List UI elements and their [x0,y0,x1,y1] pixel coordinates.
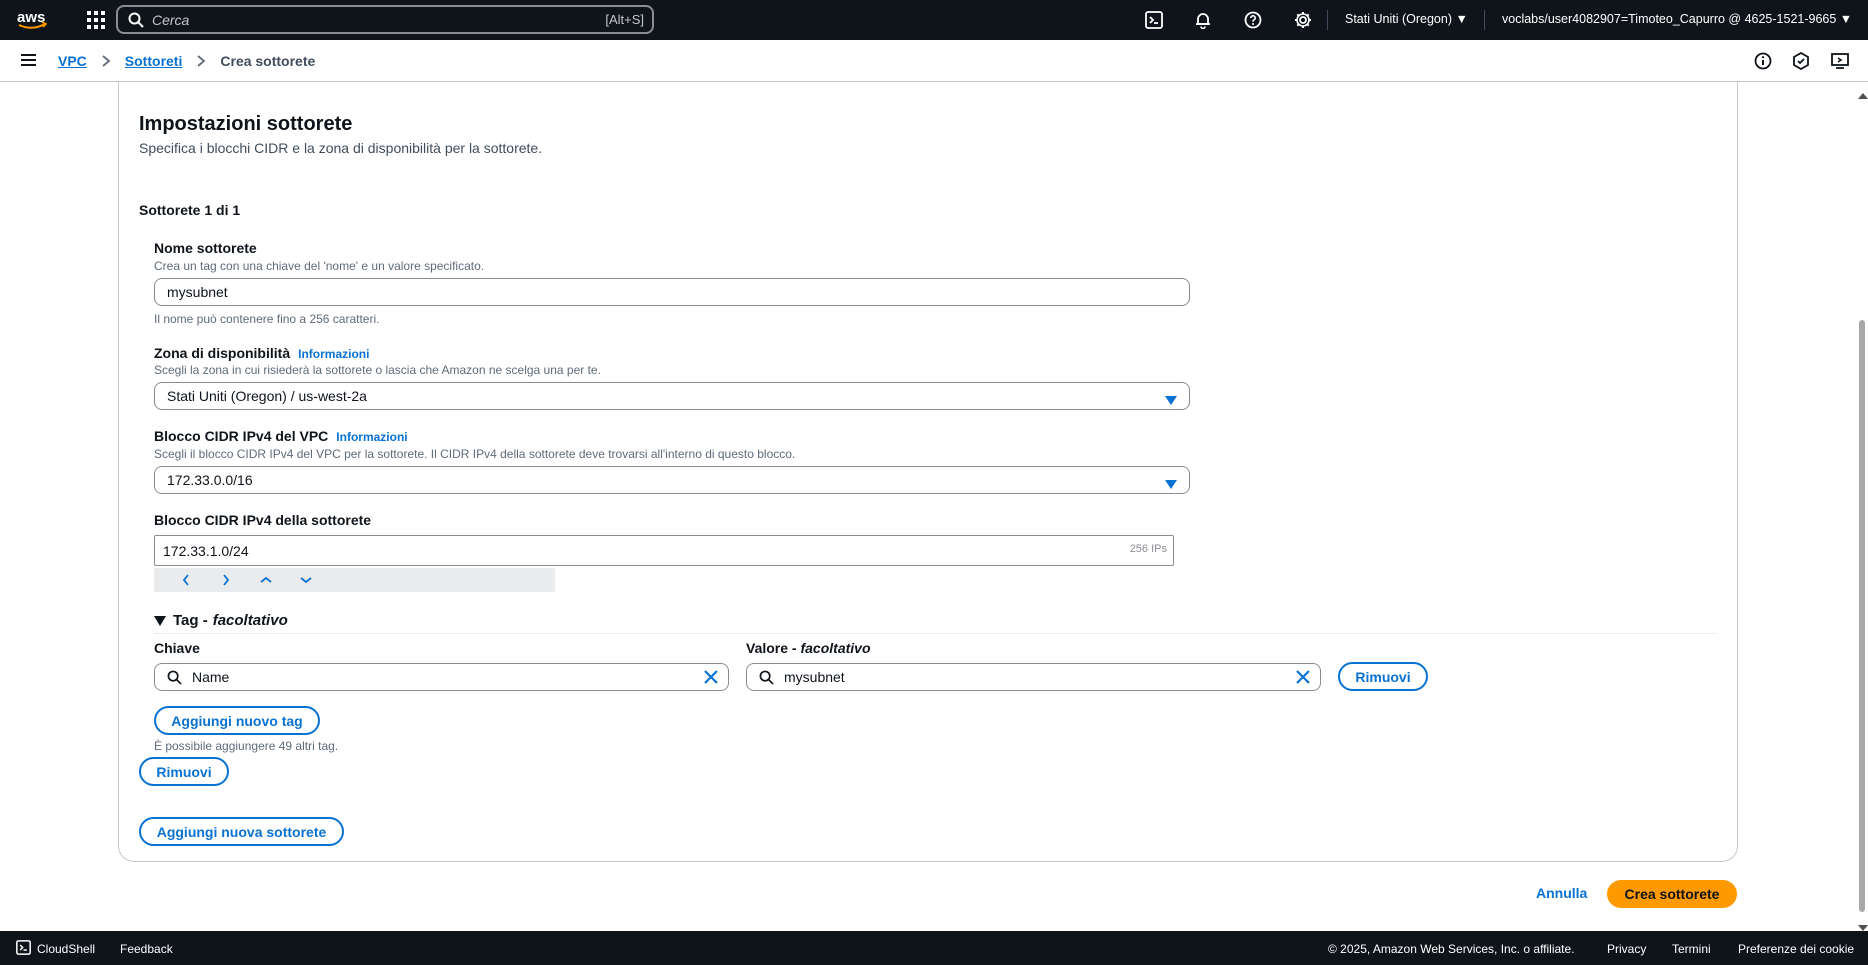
shield-icon[interactable] [1790,50,1812,72]
cloudshell-footer-icon[interactable] [16,940,31,958]
subnet-counter: Sottorete 1 di 1 [139,202,241,218]
divider [154,633,1717,634]
cidr-stepper [154,568,555,592]
search-input[interactable] [152,11,592,28]
create-subnet-button[interactable]: Crea sottorete [1607,880,1737,908]
tags-limit-note: È possibile aggiungere 49 altri tag. [154,739,339,753]
vpc-cidr-hint: Scegli il blocco CIDR IPv4 del VPC per l… [154,447,796,461]
subnet-cidr-field[interactable]: 256 IPs [154,535,1174,566]
privacy-link[interactable]: Privacy [1607,942,1646,956]
tag-key-value: Name [192,669,230,685]
chevron-up-icon[interactable] [246,576,286,584]
subnet-name-field[interactable] [154,278,1190,306]
add-tag-button[interactable]: Aggiungi nuovo tag [154,706,320,735]
global-search[interactable]: [Alt+S] [116,5,654,34]
scrollbar-thumb[interactable] [1859,320,1865,912]
breadcrumb-sottoreti[interactable]: Sottoreti [125,53,183,69]
tag-key-input[interactable]: Name [154,663,729,691]
tag-value-label-text: Valore - [746,640,797,656]
tags-expander[interactable]: Tag - facoltativo [154,612,288,629]
terms-link[interactable]: Termini [1672,942,1711,956]
vpc-cidr-value: 172.33.0.0/16 [167,472,253,488]
chevron-right-icon [196,55,206,67]
top-navigation: aws [Alt+S] Stati Uniti (Oregon) ▼ vocla… [0,0,1868,40]
screen-share-icon[interactable] [1829,50,1851,72]
subnet-name-constraint: Il nome può contenere fino a 256 caratte… [154,312,380,326]
help-icon[interactable] [1241,8,1265,32]
account-menu[interactable]: voclabs/user4082907=Timoteo_Capurro @ 46… [1502,12,1852,26]
cancel-button[interactable]: Annulla [1536,885,1587,901]
caret-down-icon [154,615,166,626]
copyright-text: © 2025, Amazon Web Services, Inc. o affi… [1328,942,1575,956]
services-menu-icon[interactable] [76,0,116,40]
vpc-cidr-info-link[interactable]: Informazioni [336,430,407,444]
breadcrumb-current: Crea sottorete [220,53,316,69]
tag-value-input[interactable]: mysubnet [746,663,1321,691]
section-description: Specifica i blocchi CIDR e la zona di di… [139,140,543,156]
vpc-cidr-label: Blocco CIDR IPv4 del VPC Informazioni [154,428,408,444]
notifications-icon[interactable] [1191,8,1215,32]
cloudshell-icon[interactable] [1142,8,1166,32]
settings-gear-icon[interactable] [1291,8,1315,32]
availability-zone-value: Stati Uniti (Oregon) / us-west-2a [167,388,367,404]
subnet-cidr-ip-count: 256 IPs [1129,543,1167,555]
subnet-cidr-input[interactable] [163,542,1173,559]
search-shortcut: [Alt+S] [605,12,644,27]
caret-down-icon [1165,392,1177,408]
svg-text:aws: aws [17,9,45,26]
vpc-cidr-label-text: Blocco CIDR IPv4 del VPC [154,428,329,444]
remove-tag-button[interactable]: Rimuovi [1338,662,1428,691]
availability-zone-label-text: Zona di disponibilità [154,345,291,361]
availability-zone-select[interactable]: Stati Uniti (Oregon) / us-west-2a [154,382,1190,410]
breadcrumb-vpc[interactable]: VPC [58,53,87,69]
remove-subnet-button[interactable]: Rimuovi [139,757,229,786]
subnet-name-hint: Crea un tag con una chiave del 'nome' e … [154,259,485,273]
caret-down-icon [1165,476,1177,492]
cloudshell-link[interactable]: CloudShell [37,942,95,956]
chevron-left-icon[interactable] [166,574,206,586]
tag-value-label: Valore - facoltativo [746,640,871,656]
search-icon [167,670,182,685]
clear-icon[interactable] [1296,670,1310,687]
availability-zone-label: Zona di disponibilità Informazioni [154,345,369,361]
tag-key-label: Chiave [154,640,200,656]
tags-title: Tag - [173,612,208,629]
availability-zone-hint: Scegli la zona in cui risiederà la sotto… [154,363,601,377]
aws-logo[interactable]: aws [0,0,64,40]
chevron-down-icon[interactable] [286,576,326,584]
menu-hamburger-icon[interactable] [20,52,38,73]
add-subnet-button[interactable]: Aggiungi nuova sottorete [139,817,344,846]
nav-divider [1327,10,1328,30]
breadcrumb: VPC Sottoreti Crea sottorete [58,53,315,69]
availability-zone-info-link[interactable]: Informazioni [298,347,369,361]
subnet-cidr-label: Blocco CIDR IPv4 della sottorete [154,512,372,528]
search-icon [128,12,144,28]
region-selector[interactable]: Stati Uniti (Oregon) ▼ [1345,12,1468,26]
nav-divider [1484,10,1485,30]
chevron-right-icon [101,55,111,67]
tag-value-optional: facoltativo [800,640,871,656]
chevron-right-icon[interactable] [206,574,246,586]
clear-icon[interactable] [704,670,718,687]
tag-value-value: mysubnet [784,669,845,685]
subnet-name-input[interactable] [167,284,1189,300]
cookie-preferences-link[interactable]: Preferenze dei cookie [1738,942,1854,956]
section-title: Impostazioni sottorete [139,113,353,135]
footer: CloudShell Feedback © 2025, Amazon Web S… [0,931,1868,965]
info-panel-icon[interactable] [1752,50,1774,72]
breadcrumb-bar: VPC Sottoreti Crea sottorete [0,40,1868,82]
tags-optional: facoltativo [212,612,288,629]
search-icon [759,670,774,685]
subnet-name-label: Nome sottorete [154,240,257,256]
vpc-cidr-select[interactable]: 172.33.0.0/16 [154,466,1190,494]
scroll-up-icon[interactable] [1858,86,1868,104]
feedback-link[interactable]: Feedback [120,942,173,956]
